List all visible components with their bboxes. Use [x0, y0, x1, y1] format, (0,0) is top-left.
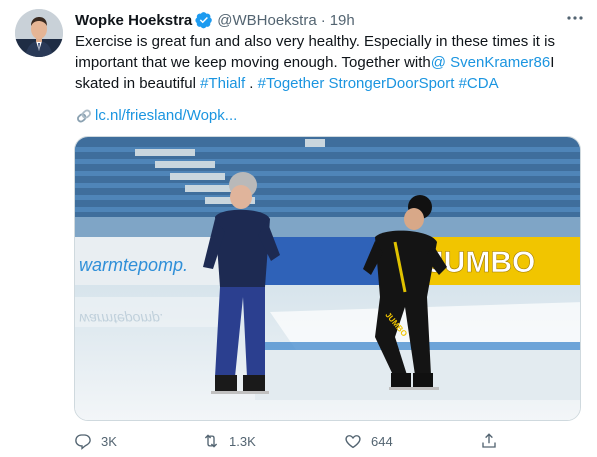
- more-options-icon[interactable]: [565, 10, 585, 26]
- hashtag-together[interactable]: #Together StrongerDoorSport: [258, 75, 455, 92]
- avatar-image: [15, 9, 63, 57]
- retweet-icon: [204, 434, 218, 448]
- tweet-header: Wopke Hoekstra @WBHoekstra · 19h: [75, 9, 585, 31]
- external-link[interactable]: lc.nl/friesland/Wopk...: [75, 105, 237, 126]
- share-icon: [482, 433, 496, 448]
- separator-dot: ·: [320, 11, 326, 29]
- mention-link[interactable]: @ SvenKramer86: [431, 54, 550, 71]
- link-emoji-icon: [77, 109, 91, 122]
- retweet-count: 1.3K: [229, 433, 256, 449]
- author-name[interactable]: Wopke Hoekstra: [75, 12, 192, 29]
- avatar[interactable]: [15, 9, 63, 57]
- heart-icon: [345, 435, 361, 449]
- like-button[interactable]: 644: [344, 428, 393, 454]
- share-button[interactable]: [480, 428, 507, 454]
- hashtag-cda[interactable]: #CDA: [459, 75, 499, 92]
- tweet-text-part: .: [245, 75, 258, 92]
- banner-warmtepomp: warmtepomp.: [79, 255, 188, 275]
- retweet-button[interactable]: 1.3K: [202, 428, 256, 454]
- hashtag-thialf[interactable]: #Thialf: [200, 75, 245, 92]
- author-handle[interactable]: @WBHoekstra: [217, 12, 316, 29]
- banner-reflection: warmtepomp.: [79, 311, 164, 327]
- tweet-text: Exercise is great fun and also very heal…: [75, 31, 575, 94]
- tweet-card[interactable]: Wopke Hoekstra @WBHoekstra · 19h Exercis…: [0, 0, 597, 457]
- tweet-actions: 3K 1.3K 644: [74, 428, 514, 454]
- reply-count: 3K: [101, 433, 117, 449]
- like-count: 644: [371, 433, 393, 449]
- reply-button[interactable]: 3K: [74, 428, 117, 454]
- link-text[interactable]: lc.nl/friesland/Wopk...: [95, 105, 237, 126]
- photo-image: warmtepomp. JUMBO warmtepomp. JUMBO: [75, 137, 580, 420]
- tweet-photo[interactable]: warmtepomp. JUMBO warmtepomp. JUMBO: [74, 136, 581, 421]
- tweet-timestamp[interactable]: 19h: [330, 12, 355, 29]
- verified-badge-icon: [195, 12, 213, 29]
- reply-icon: [75, 434, 91, 450]
